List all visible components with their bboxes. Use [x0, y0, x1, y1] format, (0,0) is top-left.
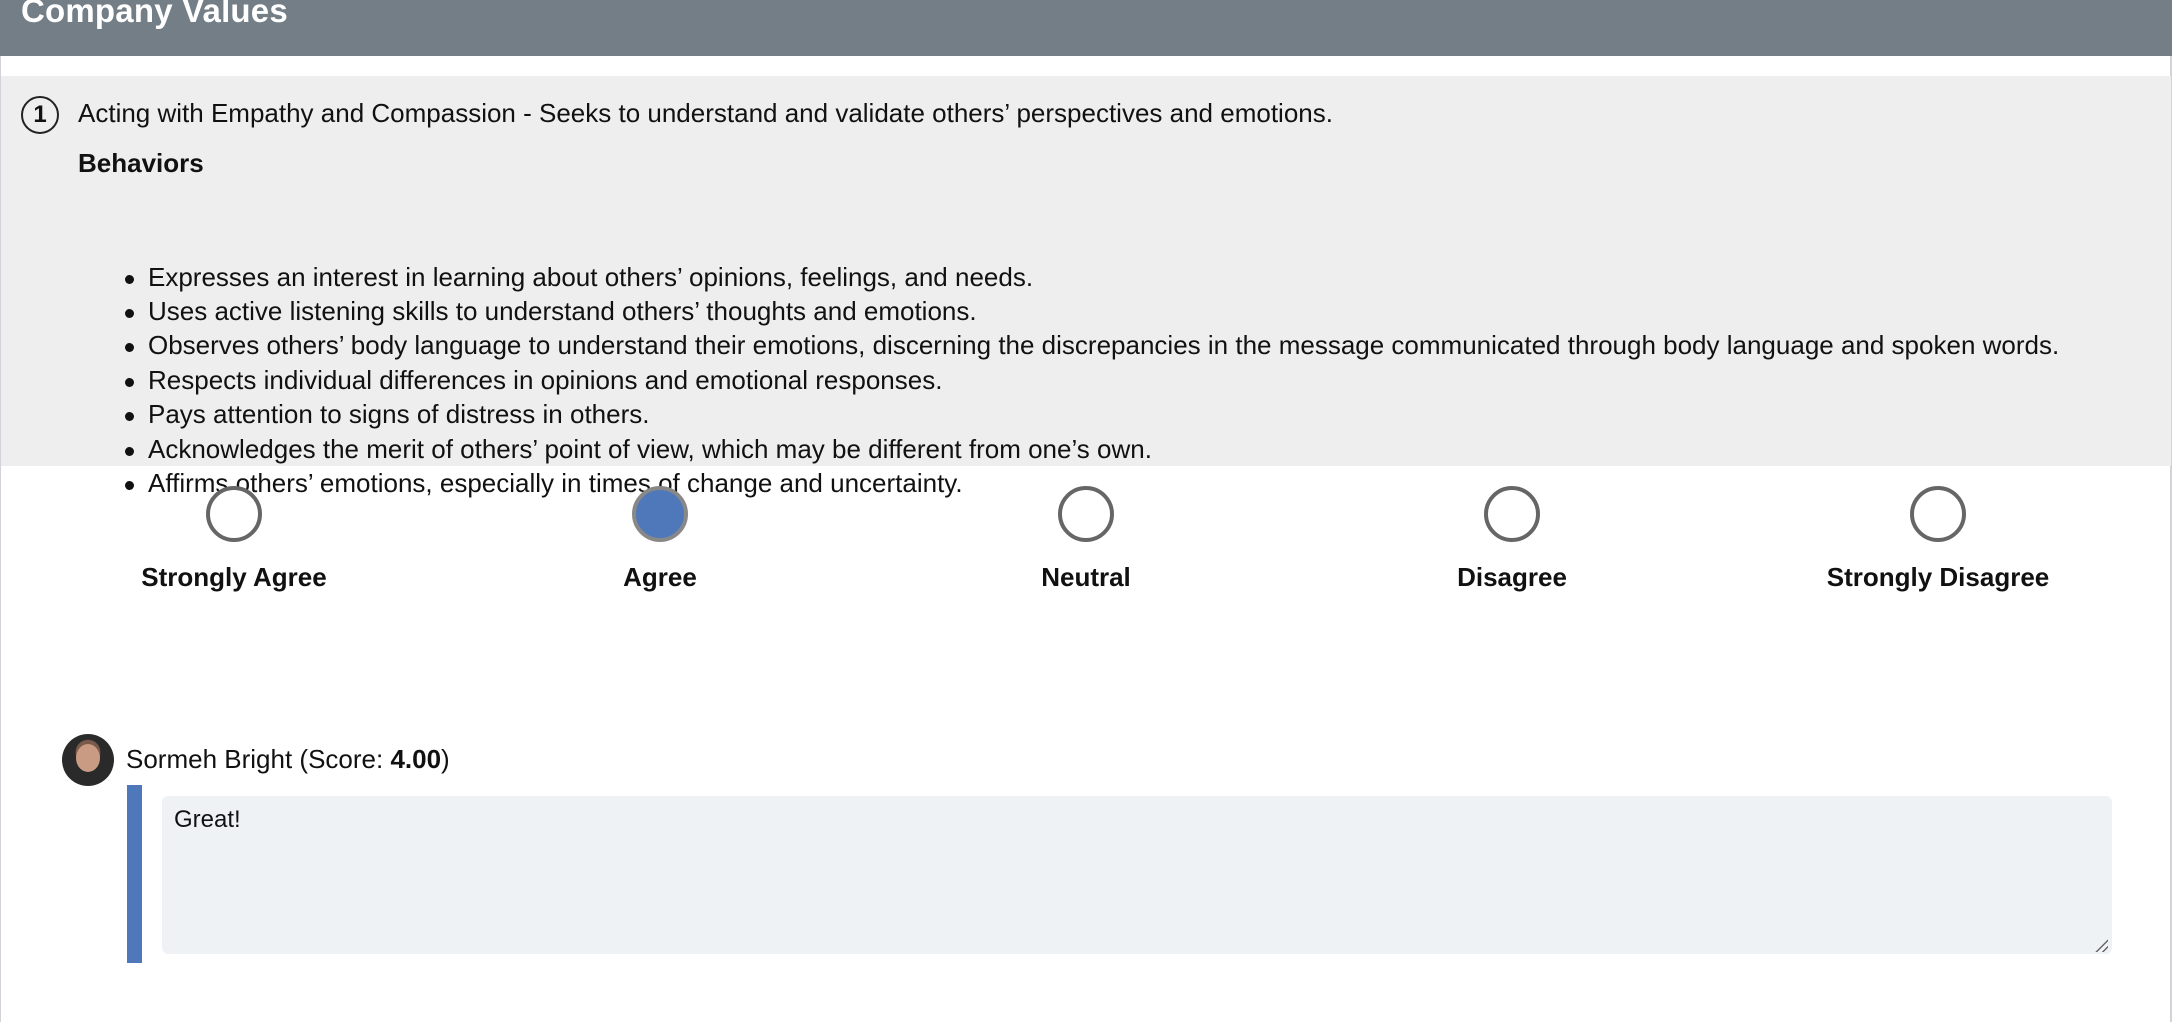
rating-label: Strongly Agree [141, 562, 327, 592]
rating-option-strongly-agree[interactable]: Strongly Agree [84, 486, 384, 596]
rating-label: Agree [623, 562, 697, 592]
behaviors-heading: Behaviors [78, 148, 204, 178]
score-value: 4.00 [390, 744, 442, 774]
comment-textarea[interactable]: Great! [162, 796, 2112, 954]
section-title: Company Values [21, 0, 288, 29]
rating-option-strongly-disagree[interactable]: Strongly Disagree [1788, 486, 2088, 596]
score-suffix: ) [441, 744, 450, 774]
comment-accent-bar [127, 785, 142, 963]
radio-disagree[interactable] [1484, 486, 1540, 542]
radio-neutral[interactable] [1058, 486, 1114, 542]
rating-option-disagree[interactable]: Disagree [1362, 486, 1662, 596]
bullet-icon [125, 309, 134, 318]
bullet-icon [125, 378, 134, 387]
bullet-icon [125, 412, 134, 421]
rating-option-neutral[interactable]: Neutral [936, 486, 1236, 596]
reviewer-name: Sormeh Bright [126, 744, 293, 774]
question-number-badge: 1 [21, 96, 59, 134]
rating-label: Disagree [1457, 562, 1567, 592]
bullet-icon [125, 447, 134, 456]
radio-agree[interactable] [632, 486, 688, 542]
reviewer-info: Sormeh Bright (Score: 4.00) [126, 744, 450, 775]
score-prefix: (Score: [292, 744, 391, 774]
bullet-icon [125, 343, 134, 352]
rating-label: Strongly Disagree [1826, 562, 2050, 592]
bullet-icon [125, 275, 134, 284]
rating-label: Neutral [1041, 562, 1131, 592]
radio-strongly-disagree[interactable] [1910, 486, 1966, 542]
radio-strongly-agree[interactable] [206, 486, 262, 542]
question-panel: 1 Acting with Empathy and Compassion - S… [1, 76, 2171, 498]
avatar [62, 734, 114, 786]
section-header: Company Values [0, 0, 2172, 56]
resize-handle-icon[interactable] [2094, 938, 2108, 952]
rating-option-agree[interactable]: Agree [510, 486, 810, 596]
question-text: Acting with Empathy and Compassion - See… [78, 98, 1333, 128]
